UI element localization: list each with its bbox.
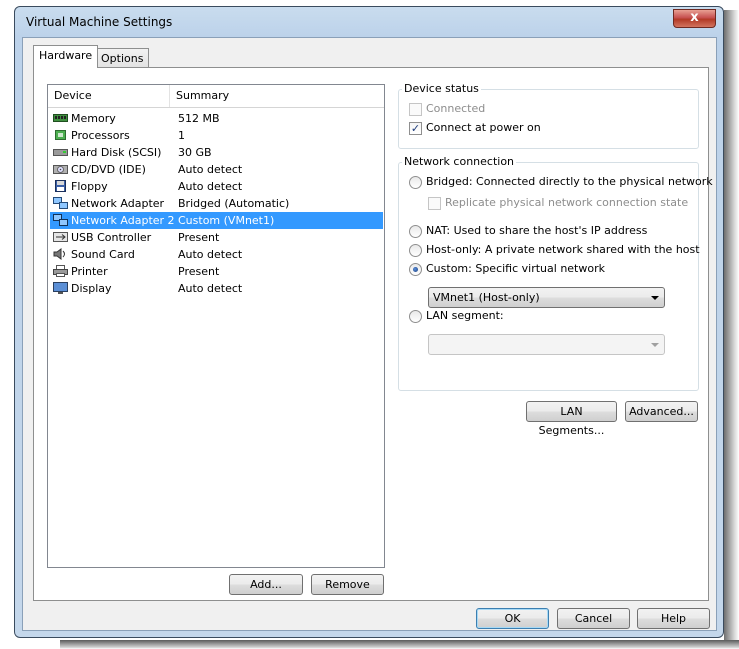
host-only-radio[interactable] bbox=[409, 244, 422, 257]
device-name: Floppy bbox=[71, 180, 108, 193]
replicate-state-checkbox[interactable] bbox=[428, 197, 441, 210]
checkmark-icon: ✓ bbox=[410, 122, 421, 135]
window-shadow-bottom bbox=[60, 640, 739, 649]
advanced-button[interactable]: Advanced... bbox=[625, 401, 698, 422]
device-row-display[interactable]: Display Auto detect bbox=[50, 280, 383, 297]
device-name: Hard Disk (SCSI) bbox=[71, 146, 162, 159]
device-list-header: Device Summary bbox=[48, 85, 384, 108]
device-summary: Auto detect bbox=[178, 282, 243, 295]
ok-button[interactable]: OK bbox=[476, 608, 549, 629]
device-name: Sound Card bbox=[71, 248, 135, 261]
hardware-tab-panel: Device Summary Memory 512 MB Processors … bbox=[33, 67, 713, 601]
device-row-memory[interactable]: Memory 512 MB bbox=[50, 110, 383, 127]
device-row-network-adapter-2[interactable]: Network Adapter 2 Custom (VMnet1) bbox=[50, 212, 383, 229]
device-row-cd-dvd[interactable]: CD/DVD (IDE) Auto detect bbox=[50, 161, 383, 178]
device-list[interactable]: Device Summary Memory 512 MB Processors … bbox=[47, 84, 385, 568]
lan-segment-label: LAN segment: bbox=[426, 309, 504, 322]
device-status-group bbox=[398, 89, 699, 149]
device-summary: Custom (VMnet1) bbox=[178, 214, 275, 227]
network-connection-title: Network connection bbox=[402, 155, 517, 168]
device-summary: 30 GB bbox=[178, 146, 212, 159]
device-name: Memory bbox=[71, 112, 116, 125]
display-icon bbox=[53, 282, 68, 294]
network-adapter-icon bbox=[53, 214, 68, 226]
device-name: CD/DVD (IDE) bbox=[71, 163, 146, 176]
column-header-device[interactable]: Device bbox=[48, 85, 170, 107]
device-name: Network Adapter 2 bbox=[71, 214, 175, 227]
device-row-hard-disk[interactable]: Hard Disk (SCSI) 30 GB bbox=[50, 144, 383, 161]
nat-label: NAT: Used to share the host's IP address bbox=[426, 224, 648, 237]
device-summary: Auto detect bbox=[178, 180, 243, 193]
column-header-summary[interactable]: Summary bbox=[170, 85, 384, 107]
device-summary: 1 bbox=[178, 129, 185, 142]
replicate-state-label: Replicate physical network connection st… bbox=[445, 196, 689, 209]
tab-options[interactable]: Options bbox=[95, 48, 150, 68]
memory-icon bbox=[53, 114, 68, 122]
chevron-down-icon bbox=[651, 296, 659, 300]
floppy-icon bbox=[55, 180, 66, 192]
close-icon: x bbox=[690, 10, 699, 25]
bridged-radio[interactable] bbox=[409, 176, 422, 189]
custom-network-select[interactable]: VMnet1 (Host-only) bbox=[428, 287, 665, 308]
device-row-floppy[interactable]: Floppy Auto detect bbox=[50, 178, 383, 195]
add-device-button[interactable]: Add... bbox=[229, 574, 303, 595]
custom-network-radio[interactable] bbox=[409, 263, 422, 276]
network-adapter-icon bbox=[53, 197, 68, 209]
device-name: Processors bbox=[71, 129, 130, 142]
cd-dvd-icon bbox=[53, 165, 68, 174]
cancel-button[interactable]: Cancel bbox=[557, 608, 630, 629]
window-shadow-right bbox=[724, 10, 739, 649]
device-name: Network Adapter bbox=[71, 197, 165, 210]
settings-window: Virtual Machine Settings x Hardware Opti… bbox=[14, 6, 724, 638]
device-summary: Bridged (Automatic) bbox=[178, 197, 290, 210]
device-status-title: Device status bbox=[402, 82, 481, 95]
device-row-network-adapter[interactable]: Network Adapter Bridged (Automatic) bbox=[50, 195, 383, 212]
processor-icon bbox=[55, 130, 66, 140]
sound-card-icon bbox=[53, 248, 65, 260]
remove-device-button[interactable]: Remove bbox=[311, 574, 384, 595]
printer-icon bbox=[53, 265, 68, 277]
custom-network-value: VMnet1 (Host-only) bbox=[433, 291, 540, 304]
lan-segment-radio[interactable] bbox=[409, 310, 422, 323]
close-button[interactable]: x bbox=[673, 9, 716, 28]
connect-at-power-on-checkbox[interactable]: ✓ bbox=[409, 122, 422, 135]
usb-icon bbox=[53, 232, 68, 242]
nat-radio[interactable] bbox=[409, 225, 422, 238]
device-summary: Auto detect bbox=[178, 248, 243, 261]
tab-hardware[interactable]: Hardware bbox=[33, 45, 99, 68]
connected-label: Connected bbox=[426, 102, 486, 115]
custom-network-label: Custom: Specific virtual network bbox=[426, 262, 605, 275]
device-row-printer[interactable]: Printer Present bbox=[50, 263, 383, 280]
lan-segments-button[interactable]: LAN Segments... bbox=[526, 401, 617, 437]
device-row-usb-controller[interactable]: USB Controller Present bbox=[50, 229, 383, 246]
device-row-processors[interactable]: Processors 1 bbox=[50, 127, 383, 144]
help-button[interactable]: Help bbox=[637, 608, 710, 629]
chevron-down-icon bbox=[651, 343, 659, 347]
device-name: Display bbox=[71, 282, 112, 295]
device-summary: Auto detect bbox=[178, 163, 243, 176]
device-name: USB Controller bbox=[71, 231, 152, 244]
device-name: Printer bbox=[71, 265, 108, 278]
device-summary: 512 MB bbox=[178, 112, 220, 125]
device-summary: Present bbox=[178, 265, 220, 278]
device-row-sound-card[interactable]: Sound Card Auto detect bbox=[50, 246, 383, 263]
device-summary: Present bbox=[178, 231, 220, 244]
connect-at-power-on-label: Connect at power on bbox=[426, 121, 541, 134]
connected-checkbox[interactable] bbox=[409, 103, 422, 116]
hard-disk-icon bbox=[53, 149, 68, 156]
lan-segment-select[interactable] bbox=[428, 334, 665, 355]
bridged-label: Bridged: Connected directly to the physi… bbox=[426, 175, 713, 188]
window-title: Virtual Machine Settings bbox=[26, 15, 173, 29]
host-only-label: Host-only: A private network shared with… bbox=[426, 243, 700, 256]
dialog-client-area: Hardware Options Device Summary Memory 5… bbox=[22, 37, 717, 631]
